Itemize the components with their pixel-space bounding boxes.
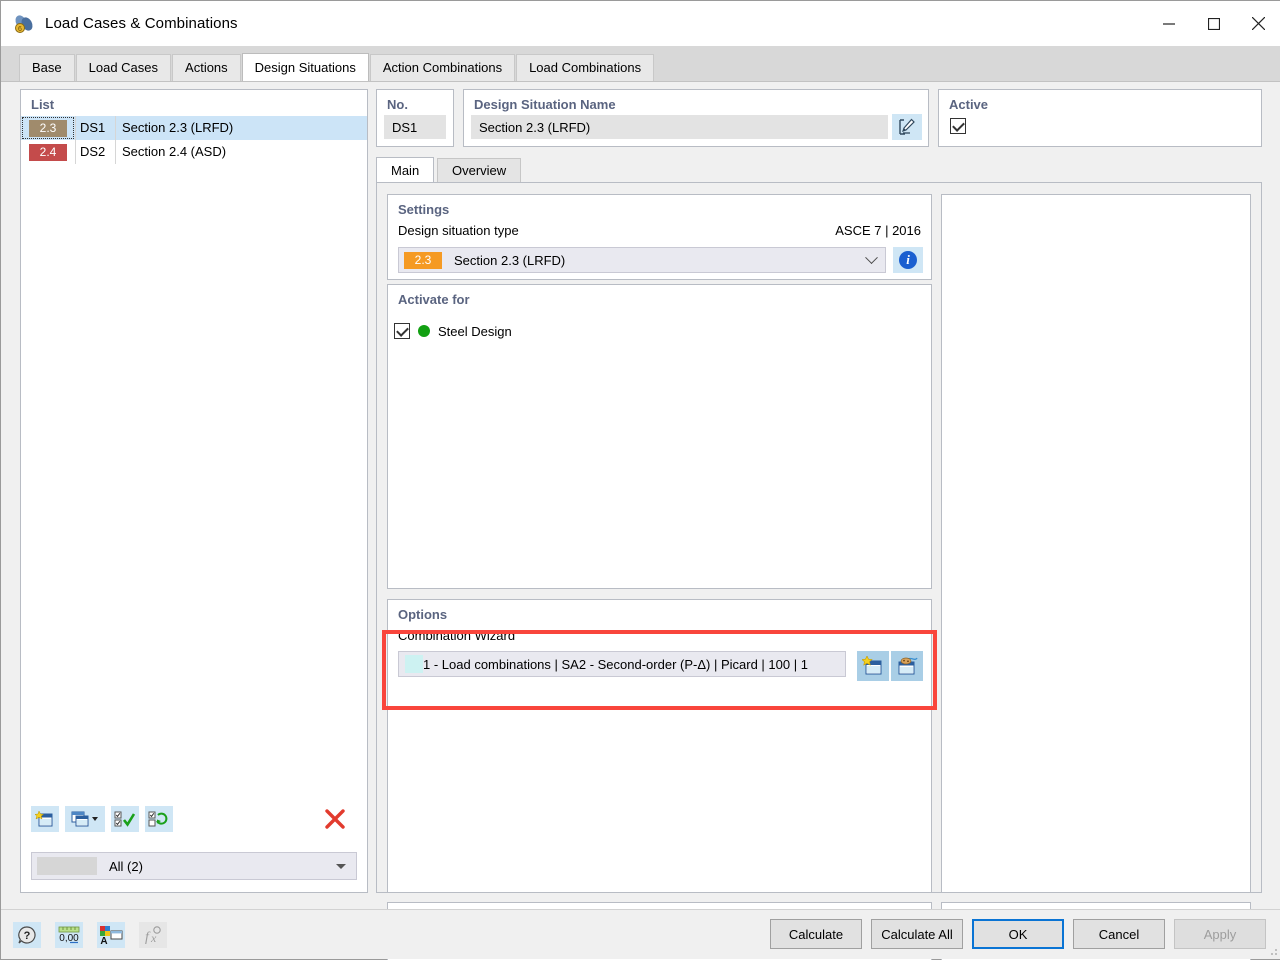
row-badge-cell: 2.3 <box>21 116 75 140</box>
calculate-all-button[interactable]: Calculate All <box>871 919 963 949</box>
status-dot-icon <box>418 325 430 337</box>
design-situation-type-label: Design situation type <box>398 223 519 238</box>
svg-text:?: ? <box>24 930 31 942</box>
row-badge-cell: 2.4 <box>21 140 75 164</box>
list-panel: List 2.3 DS1 Section 2.3 (LRFD) 2.4 DS2 … <box>20 89 368 893</box>
tab-load-combinations[interactable]: Load Combinations <box>516 54 655 81</box>
activate-for-panel: Activate for Steel Design <box>387 284 932 589</box>
tab-action-combinations[interactable]: Action Combinations <box>369 54 516 81</box>
no-panel: No. DS1 <box>376 89 454 147</box>
delete-item-button[interactable] <box>321 806 349 832</box>
tab-actions[interactable]: Actions <box>172 54 241 81</box>
calculate-button[interactable]: Calculate <box>770 919 862 949</box>
list-filter-dropdown[interactable]: All (2) <box>31 852 357 880</box>
new-item-button[interactable] <box>31 806 59 832</box>
wizard-swatch <box>405 655 423 673</box>
window-controls <box>1146 1 1280 46</box>
help-button[interactable]: ? <box>13 922 41 948</box>
combination-wizard-value: 1 - Load combinations | SA2 - Second-ord… <box>423 656 808 672</box>
list-title: List <box>31 97 55 112</box>
ok-button[interactable]: OK <box>972 919 1064 949</box>
tab-main[interactable]: Main <box>376 157 435 183</box>
active-title: Active <box>949 97 989 112</box>
chevron-down-icon <box>336 863 346 869</box>
options-title: Options <box>398 607 448 622</box>
combination-wizard-dropdown[interactable]: 1 - Load combinations | SA2 - Second-ord… <box>398 651 846 677</box>
info-icon: i <box>899 251 917 269</box>
combination-wizard-label: Combination Wizard <box>398 628 516 643</box>
bottom-left-toolbar: ? 0,00 A f x <box>13 922 167 948</box>
active-checkbox[interactable] <box>950 118 966 134</box>
settings-title: Settings <box>398 202 450 217</box>
apply-button: Apply <box>1174 919 1266 949</box>
steel-design-label: Steel Design <box>438 323 512 339</box>
chevron-down-icon <box>865 250 878 264</box>
activate-for-item[interactable]: Steel Design <box>394 323 512 339</box>
svg-text:6: 6 <box>18 26 22 33</box>
no-title: No. <box>387 97 408 112</box>
right-preview-panel <box>941 194 1251 893</box>
design-situation-name-field[interactable]: Section 2.3 (LRFD) <box>471 115 888 139</box>
standard-label: ASCE 7 | 2016 <box>835 223 921 238</box>
filter-swatch <box>37 857 97 875</box>
design-situation-type-row: Design situation type ASCE 7 | 2016 <box>398 223 921 238</box>
resize-grip[interactable] <box>1266 944 1278 956</box>
title-bar: 6 Load Cases & Combinations <box>1 1 1280 46</box>
tab-overview[interactable]: Overview <box>437 158 522 183</box>
close-icon[interactable] <box>1236 1 1280 46</box>
load-cases-combinations-window: 6 Load Cases & Combinations Base Load Ca… <box>0 0 1280 960</box>
settings-panel: Settings Design situation type ASCE 7 | … <box>387 194 932 280</box>
tab-design-situations[interactable]: Design Situations <box>241 53 369 81</box>
design-situation-type-dropdown[interactable]: 2.3 Section 2.3 (LRFD) <box>398 247 886 273</box>
design-situation-name-panel: Design Situation Name Section 2.3 (LRFD) <box>463 89 929 147</box>
type-badge: 2.3 <box>404 251 442 269</box>
status-badge: 2.4 <box>29 143 67 161</box>
content-area: List 2.3 DS1 Section 2.3 (LRFD) 2.4 DS2 … <box>1 82 1280 960</box>
row-name: Section 2.4 (ASD) <box>115 140 367 164</box>
no-field[interactable]: DS1 <box>384 115 446 139</box>
design-situations-list: 2.3 DS1 Section 2.3 (LRFD) 2.4 DS2 Secti… <box>21 116 367 164</box>
info-button[interactable]: i <box>893 247 923 273</box>
design-situation-name-title: Design Situation Name <box>474 97 616 112</box>
pencil-edit-icon[interactable] <box>892 114 922 140</box>
formula-button: f x <box>139 922 167 948</box>
minimize-icon[interactable] <box>1146 1 1191 46</box>
window-title: Load Cases & Combinations <box>45 15 238 32</box>
edit-combination-wizard-button[interactable] <box>891 651 923 681</box>
invert-selection-button[interactable] <box>145 806 173 832</box>
activate-for-title: Activate for <box>398 292 470 307</box>
select-all-button[interactable] <box>111 806 139 832</box>
row-name: Section 2.3 (LRFD) <box>115 116 367 140</box>
row-id: DS2 <box>75 140 115 164</box>
maximize-icon[interactable] <box>1191 1 1236 46</box>
dialog-buttons: Calculate Calculate All OK Cancel Apply <box>770 919 1266 949</box>
bottom-bar: ? 0,00 A f x Calculate Calculate All OK … <box>1 909 1280 959</box>
duplicate-item-button[interactable] <box>65 806 105 832</box>
combination-wizard-buttons <box>857 651 923 681</box>
options-panel: Options Combination Wizard 1 - Load comb… <box>387 599 932 893</box>
new-combination-wizard-button[interactable] <box>857 651 889 681</box>
display-properties-button[interactable]: A <box>97 922 125 948</box>
table-row[interactable]: 2.4 DS2 Section 2.4 (ASD) <box>21 140 367 164</box>
inner-tab-strip: Main Overview <box>376 157 1262 183</box>
row-id: DS1 <box>75 116 115 140</box>
list-filter-label: All (2) <box>109 858 143 874</box>
table-row[interactable]: 2.3 DS1 Section 2.3 (LRFD) <box>21 116 367 140</box>
tab-base[interactable]: Base <box>19 54 75 81</box>
cancel-button[interactable]: Cancel <box>1073 919 1165 949</box>
main-tab-strip: Base Load Cases Actions Design Situation… <box>1 46 1280 82</box>
steel-design-checkbox[interactable] <box>394 323 410 339</box>
app-icon: 6 <box>13 13 35 35</box>
decimal-places-button[interactable]: 0,00 <box>55 922 83 948</box>
active-panel: Active <box>938 89 1262 147</box>
tab-load-cases[interactable]: Load Cases <box>75 54 172 81</box>
status-badge: 2.3 <box>29 119 67 137</box>
list-toolbar <box>21 802 367 836</box>
svg-text:A: A <box>100 936 107 945</box>
type-value: Section 2.3 (LRFD) <box>454 252 566 268</box>
